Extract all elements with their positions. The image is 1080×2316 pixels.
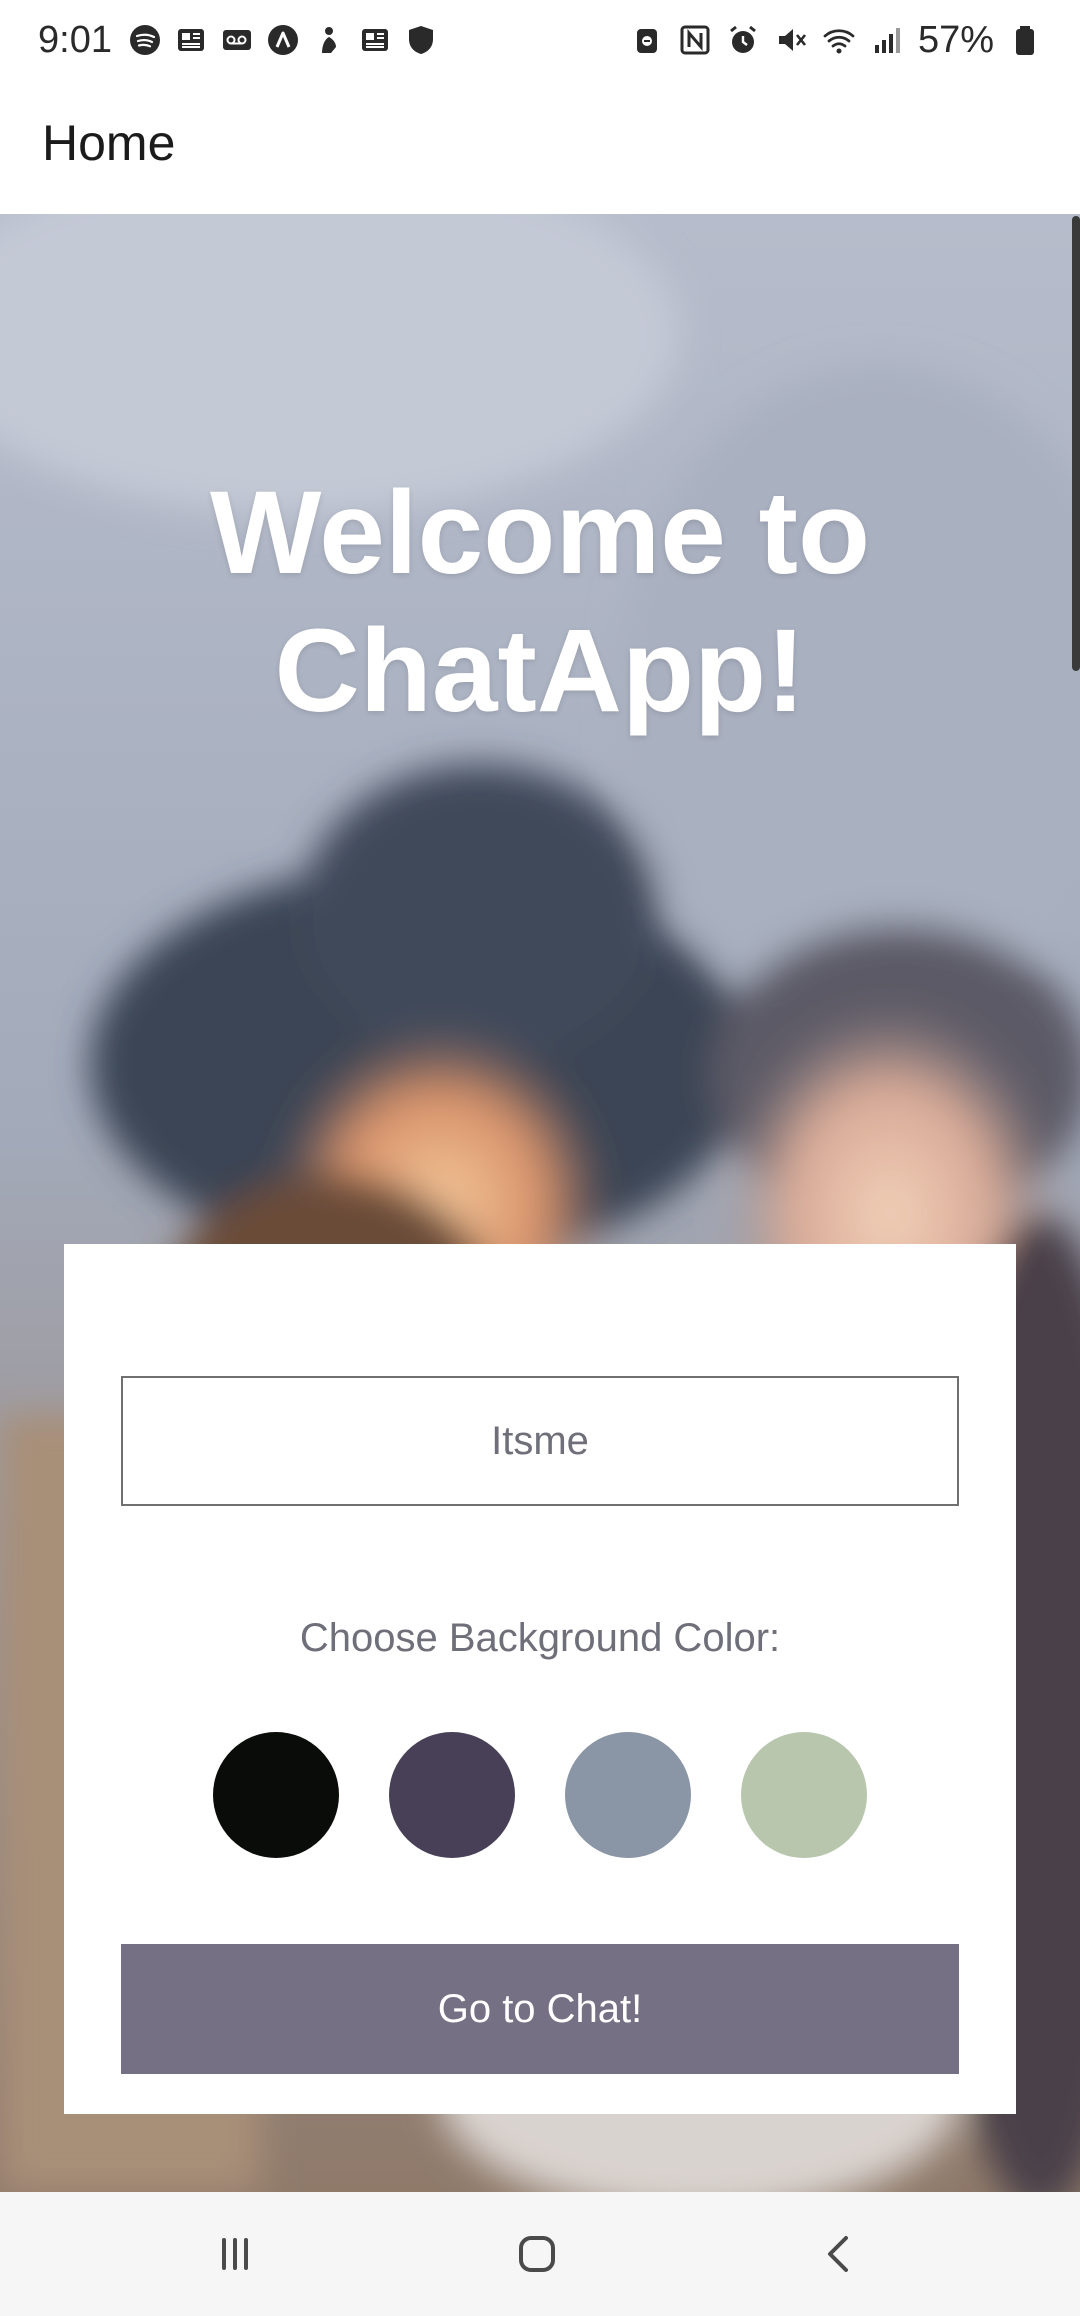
system-icons: 57%: [630, 19, 1042, 61]
shield-icon: [404, 23, 438, 57]
battery-icon: [1008, 23, 1042, 57]
background-image: Welcome to ChatApp! Choose Background Co…: [0, 214, 1080, 2192]
home-icon: [519, 2236, 555, 2272]
dnd-icon: [630, 23, 664, 57]
welcome-line-1: Welcome to: [209, 467, 871, 599]
recent-apps-button[interactable]: [190, 2220, 280, 2288]
page-title: Home: [42, 115, 176, 171]
status-bar: 9:01 57%: [0, 0, 1080, 82]
hand-icon: [312, 23, 346, 57]
news-icon: [358, 23, 392, 57]
welcome-title: Welcome to ChatApp!: [0, 464, 1080, 740]
recent-apps-icon: [222, 2238, 248, 2270]
voicemail-icon: [220, 23, 254, 57]
arc-icon: [266, 23, 300, 57]
status-time: 9:01: [38, 19, 112, 61]
alarm-icon: [726, 23, 760, 57]
back-button[interactable]: [795, 2220, 885, 2288]
color-swatch-purple[interactable]: [389, 1732, 515, 1858]
battery-percent: 57%: [917, 19, 994, 61]
system-nav-bar: [0, 2192, 1080, 2316]
nfc-icon: [678, 23, 712, 57]
color-swatches: [213, 1732, 867, 1860]
go-to-chat-button[interactable]: Go to Chat!: [121, 1944, 959, 2074]
color-swatch-gray[interactable]: [565, 1732, 691, 1858]
color-swatch-green[interactable]: [741, 1732, 867, 1858]
welcome-line-2: ChatApp!: [274, 605, 806, 737]
name-input[interactable]: [121, 1376, 959, 1506]
spotify-icon: [128, 23, 162, 57]
home-button[interactable]: [492, 2220, 582, 2288]
news-icon: [174, 23, 208, 57]
app-bar: Home: [0, 82, 1080, 214]
wifi-icon: [822, 23, 856, 57]
back-icon: [828, 2236, 848, 2272]
color-swatch-black[interactable]: [213, 1732, 339, 1858]
notification-icons: [128, 22, 438, 58]
signal-icon: [870, 23, 904, 57]
color-choice-label: Choose Background Color:: [299, 1616, 781, 1660]
mute-icon: [774, 23, 808, 57]
